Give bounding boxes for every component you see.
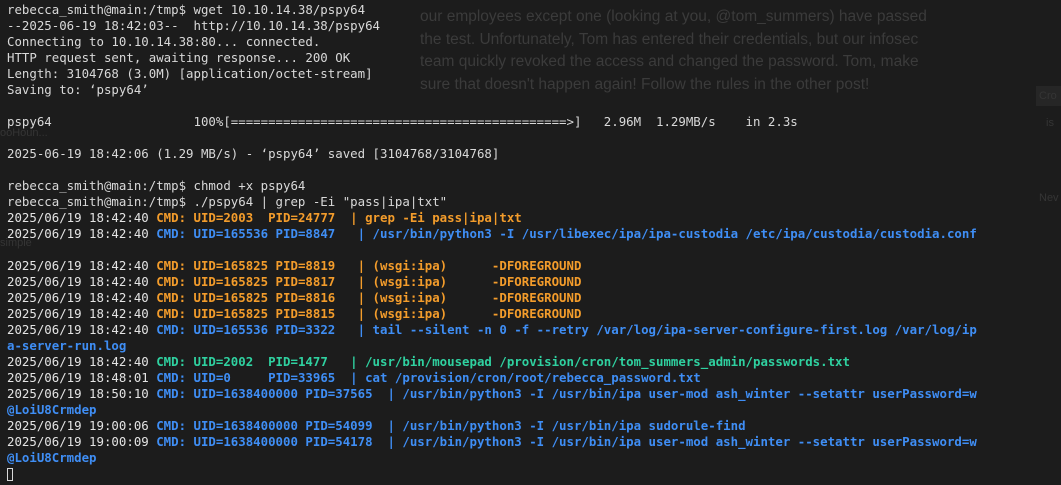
terminal-line-text: Length: 3104768 (3.0M) [application/octe… — [7, 66, 373, 81]
process-timestamp: 2025/06/19 18:42:40 — [7, 274, 157, 289]
process-timestamp: 2025/06/19 18:42:40 — [7, 226, 157, 241]
terminal-line: Connecting to 10.10.14.38:80... connecte… — [7, 34, 1057, 50]
process-timestamp: 2025/06/19 18:42:40 — [7, 290, 157, 305]
terminal-line: HTTP request sent, awaiting response... … — [7, 50, 1057, 66]
pspy-process-line: 2025/06/19 19:00:06 CMD: UID=1638400000 … — [7, 418, 1057, 434]
terminal-line: --2025-06-19 18:42:03-- http://10.10.14.… — [7, 18, 1057, 34]
process-command: CMD: UID=1638400000 PID=54099 | /usr/bin… — [156, 418, 746, 433]
terminal-line-text: --2025-06-19 18:42:03-- http://10.10.14.… — [7, 18, 380, 33]
terminal-line: Saving to: ‘pspy64’ — [7, 82, 1057, 98]
process-timestamp: 2025/06/19 19:00:06 — [7, 418, 157, 433]
terminal-line: rebecca_smith@main:/tmp$ wget 10.10.14.3… — [7, 2, 1057, 18]
process-timestamp: 2025/06/19 18:48:01 — [7, 370, 157, 385]
process-timestamp: 2025/06/19 19:00:09 — [7, 434, 157, 449]
pspy-process-line: 2025/06/19 18:42:40 CMD: UID=165825 PID=… — [7, 258, 1057, 274]
process-timestamp: 2025/06/19 18:42:40 — [7, 258, 157, 273]
pspy-process-line: 2025/06/19 18:42:40 CMD: UID=2003 PID=24… — [7, 210, 1057, 226]
terminal-line-text: Connecting to 10.10.14.38:80... connecte… — [7, 34, 321, 49]
pspy-process-line: 2025/06/19 18:42:40 CMD: UID=2002 PID=14… — [7, 354, 1057, 370]
terminal-cursor[interactable] — [7, 468, 13, 481]
terminal-line: Length: 3104768 (3.0M) [application/octe… — [7, 66, 1057, 82]
terminal-line-text: rebecca_smith@main:/tmp$ ./pspy64 | grep… — [7, 194, 448, 209]
process-command: CMD: UID=0 PID=33965 | cat /provision/cr… — [156, 370, 701, 385]
terminal-line: rebecca_smith@main:/tmp$ chmod +x pspy64 — [7, 178, 1057, 194]
process-command-continuation: @LoiU8Crmdep — [7, 450, 97, 465]
pspy-process-line: 2025/06/19 18:48:01 CMD: UID=0 PID=33965… — [7, 370, 1057, 386]
process-command: CMD: UID=165825 PID=8817 | (wsgi:ipa) -D… — [156, 274, 582, 289]
pspy-process-line-wrap: @LoiU8Crmdep — [7, 450, 1057, 466]
process-command: CMD: UID=2002 PID=1477 | /usr/bin/mousep… — [156, 354, 850, 369]
process-command-continuation: @LoiU8Crmdep — [7, 402, 97, 417]
process-command: CMD: UID=2003 PID=24777 | grep -Ei pass|… — [156, 210, 522, 225]
terminal-line-text: Saving to: ‘pspy64’ — [7, 82, 149, 97]
process-timestamp: 2025/06/19 18:42:40 — [7, 354, 157, 369]
terminal-output[interactable]: rebecca_smith@main:/tmp$ wget 10.10.14.3… — [7, 2, 1057, 482]
process-timestamp: 2025/06/19 18:50:10 — [7, 386, 157, 401]
terminal-line-text: HTTP request sent, awaiting response... … — [7, 50, 351, 65]
terminal-line-text: 2025-06-19 18:42:06 (1.29 MB/s) - ‘pspy6… — [7, 146, 500, 161]
terminal-prompt-line — [7, 466, 1057, 482]
process-command-continuation: a-server-run.log — [7, 338, 127, 353]
terminal-line: rebecca_smith@main:/tmp$ ./pspy64 | grep… — [7, 194, 1057, 210]
process-command: CMD: UID=165825 PID=8815 | (wsgi:ipa) -D… — [156, 306, 582, 321]
terminal-line-text: pspy64 100%[============================… — [7, 114, 798, 129]
pspy-process-line: 2025/06/19 19:00:09 CMD: UID=1638400000 … — [7, 434, 1057, 450]
terminal-line: pspy64 100%[============================… — [7, 114, 1057, 130]
pspy-process-line: 2025/06/19 18:42:40 CMD: UID=165825 PID=… — [7, 274, 1057, 290]
pspy-process-line: 2025/06/19 18:42:40 CMD: UID=165825 PID=… — [7, 306, 1057, 322]
process-command: CMD: UID=1638400000 PID=54178 | /usr/bin… — [156, 434, 977, 449]
terminal-line-text: rebecca_smith@main:/tmp$ wget 10.10.14.3… — [7, 2, 366, 17]
process-command: CMD: UID=165536 PID=8847 | /usr/bin/pyth… — [156, 226, 977, 241]
process-timestamp: 2025/06/19 18:42:40 — [7, 306, 157, 321]
terminal-line: 2025-06-19 18:42:06 (1.29 MB/s) - ‘pspy6… — [7, 146, 1057, 162]
process-command: CMD: UID=1638400000 PID=37565 | /usr/bin… — [156, 386, 977, 401]
process-command: CMD: UID=165825 PID=8819 | (wsgi:ipa) -D… — [156, 258, 582, 273]
pspy-process-line-wrap: a-server-run.log — [7, 338, 1057, 354]
pspy-process-line: 2025/06/19 18:42:40 CMD: UID=165825 PID=… — [7, 290, 1057, 306]
process-command: CMD: UID=165536 PID=3322 | tail --silent… — [156, 322, 977, 337]
pspy-process-line-wrap: @LoiU8Crmdep — [7, 402, 1057, 418]
pspy-process-line: 2025/06/19 18:50:10 CMD: UID=1638400000 … — [7, 386, 1057, 402]
process-timestamp: 2025/06/19 18:42:40 — [7, 210, 157, 225]
process-command: CMD: UID=165825 PID=8816 | (wsgi:ipa) -D… — [156, 290, 582, 305]
process-timestamp: 2025/06/19 18:42:40 — [7, 322, 157, 337]
pspy-process-line: 2025/06/19 18:42:40 CMD: UID=165536 PID=… — [7, 322, 1057, 338]
terminal-line-text: rebecca_smith@main:/tmp$ chmod +x pspy64 — [7, 178, 306, 193]
pspy-process-line: 2025/06/19 18:42:40 CMD: UID=165536 PID=… — [7, 226, 1057, 242]
